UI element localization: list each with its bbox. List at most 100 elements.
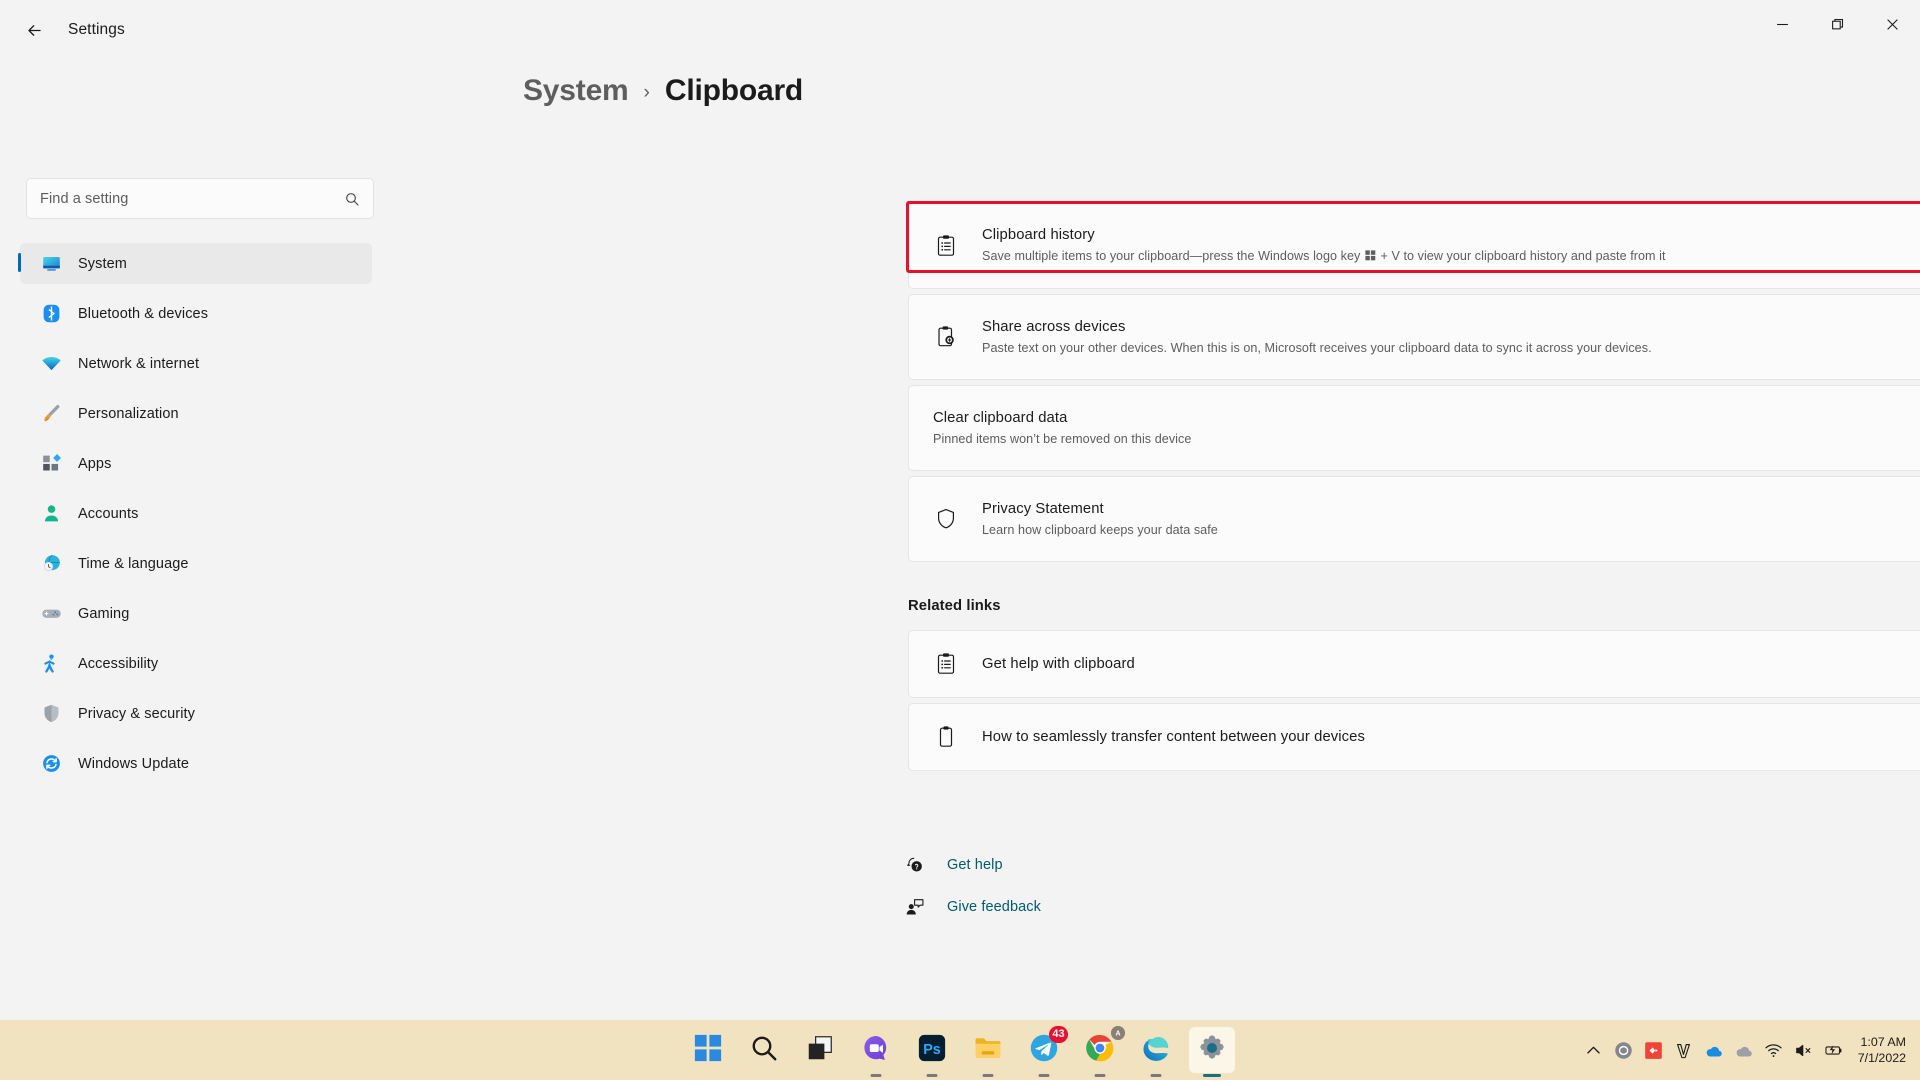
setting-text: Privacy Statement Learn how clipboard ke… [982, 500, 1920, 539]
speaker-muted-icon[interactable] [1789, 1035, 1819, 1065]
setting-row-clear-clipboard-data[interactable]: Clear clipboard data Pinned items won’t … [908, 385, 1920, 471]
clock-date: 7/1/2022 [1857, 1051, 1906, 1065]
chrome-profile-avatar[interactable]: A [1110, 1025, 1126, 1041]
clipboard-list-icon [933, 233, 959, 259]
telegram-badge-count: 43 [1049, 1026, 1068, 1043]
taskbar-clock[interactable]: 1:07 AM 7/1/2022 [1858, 1034, 1906, 1067]
wifi-icon[interactable] [1759, 1035, 1789, 1065]
help-bubble-icon [904, 854, 926, 876]
setting-text: Share across devices Paste text on your … [982, 318, 1920, 357]
battery-charging-icon[interactable] [1819, 1035, 1849, 1065]
sidebar-item-personalization[interactable]: Personalization [20, 393, 372, 434]
apps-grid-icon [40, 453, 62, 475]
sidebar-item-apps[interactable]: Apps [20, 443, 372, 484]
active-indicator [1203, 1074, 1221, 1077]
chevron-up-icon[interactable] [1579, 1035, 1609, 1065]
taskbar-search-button[interactable] [741, 1027, 787, 1073]
shield-icon [40, 703, 62, 725]
breadcrumb: System › Clipboard [523, 74, 803, 108]
setting-row-privacy-statement[interactable]: Privacy Statement Learn how clipboard ke… [908, 476, 1920, 562]
close-icon [1887, 18, 1898, 30]
setting-title: Clear clipboard data [933, 409, 1068, 426]
sidebar-item-label: Apps [78, 455, 112, 472]
setting-subtitle: Paste text on your other devices. When t… [982, 340, 1652, 355]
running-indicator [1038, 1074, 1050, 1077]
app-title: Settings [68, 21, 125, 38]
related-link-label: Get help with clipboard [982, 656, 1135, 672]
shield-outline-icon [933, 506, 959, 532]
setting-title: Share across devices [982, 318, 1126, 335]
sidebar-item-bluetooth-devices[interactable]: Bluetooth & devices [20, 293, 372, 334]
svg-text:Ps: Ps [923, 1041, 941, 1057]
setting-subtitle: Save multiple items to your clipboard—pr… [982, 248, 1920, 266]
maximize-button[interactable] [1810, 0, 1865, 48]
taskbar-app-list: Ps 43 A [685, 1020, 1235, 1080]
taskbar-settings-button[interactable] [1189, 1027, 1235, 1077]
give-feedback-link[interactable]: Give feedback [904, 890, 1041, 924]
search-input[interactable]: Find a setting [26, 178, 374, 219]
setting-subtitle-before: Save multiple items to your clipboard—pr… [982, 249, 1364, 263]
get-help-label: Get help [947, 857, 1003, 873]
restore-icon [1832, 18, 1844, 29]
taskbar-photoshop-button[interactable]: Ps [909, 1027, 955, 1077]
main-content: System › Clipboard 3 Clipboard hi [385, 60, 1920, 1020]
sidebar-item-label: Windows Update [78, 755, 190, 772]
svg-text:A: A [1115, 1031, 1120, 1038]
breadcrumb-parent[interactable]: System [523, 74, 629, 108]
clipboard-blank-icon [933, 724, 959, 750]
back-button[interactable] [14, 10, 54, 50]
related-links-list: Get help with clipboard How to seamlessl… [908, 630, 1920, 776]
sidebar-item-privacy-security[interactable]: Privacy & security [20, 693, 372, 734]
title-bar: Settings [0, 0, 1920, 60]
search-icon [749, 1033, 779, 1068]
file-explorer-icon [973, 1033, 1003, 1068]
sidebar-item-accessibility[interactable]: Accessibility [20, 643, 372, 684]
photoshop-icon: Ps [917, 1033, 947, 1068]
related-links-heading: Related links [908, 598, 1001, 614]
setting-row-clipboard-history[interactable]: Clipboard history Save multiple items to… [908, 203, 1920, 289]
task-view-icon [805, 1033, 835, 1068]
v-app-icon[interactable] [1669, 1035, 1699, 1065]
onedrive-gray-icon[interactable] [1729, 1035, 1759, 1065]
close-button[interactable] [1865, 0, 1920, 48]
get-help-link[interactable]: Get help [904, 848, 1041, 882]
running-indicator [926, 1074, 938, 1077]
minimize-button[interactable] [1755, 0, 1810, 48]
taskbar-edge-button[interactable] [1133, 1027, 1179, 1077]
page-title: Clipboard [664, 74, 804, 107]
sidebar-item-label: Accounts [78, 505, 139, 522]
sidebar-item-time-language[interactable]: Time & language [20, 543, 372, 584]
sidebar: Find a setting System Bluetooth & device… [0, 60, 385, 1020]
paintbrush-icon [40, 403, 62, 425]
related-link-get-help-with-clipboard[interactable]: Get help with clipboard [908, 630, 1920, 698]
taskbar-file-explorer-button[interactable] [965, 1027, 1011, 1077]
setting-row-share-across-devices[interactable]: Share across devices Paste text on your … [908, 294, 1920, 380]
search-icon [346, 192, 359, 206]
sidebar-item-label: Network & internet [78, 355, 200, 372]
minimize-icon [1777, 23, 1788, 25]
window-controls [1755, 0, 1920, 48]
related-link-transfer-content[interactable]: How to seamlessly transfer content betwe… [908, 703, 1920, 771]
back-arrow-icon [27, 24, 41, 36]
refresh-circle-icon [40, 753, 62, 775]
running-indicator [982, 1074, 994, 1077]
sidebar-item-system[interactable]: System [18, 243, 372, 284]
red-app-icon[interactable] [1639, 1035, 1669, 1065]
system-monitor-icon [40, 253, 62, 275]
person-icon [40, 503, 62, 525]
clipboard-sync-icon [933, 324, 959, 350]
sidebar-item-gaming[interactable]: Gaming [20, 593, 372, 634]
sidebar-item-label: Accessibility [78, 655, 159, 672]
taskbar-chat-button[interactable] [853, 1027, 899, 1077]
sidebar-item-accounts[interactable]: Accounts [20, 493, 372, 534]
taskbar-start-button[interactable] [685, 1027, 731, 1073]
edge-icon [1141, 1033, 1171, 1068]
taskbar-chrome-button[interactable]: A [1077, 1025, 1126, 1077]
creative-cloud-icon[interactable] [1609, 1035, 1639, 1065]
running-indicator [1094, 1074, 1106, 1077]
taskbar-task-view-button[interactable] [797, 1027, 843, 1073]
taskbar-telegram-button[interactable]: 43 [1021, 1026, 1068, 1077]
sidebar-item-network-internet[interactable]: Network & internet [20, 343, 372, 384]
onedrive-blue-icon[interactable] [1699, 1035, 1729, 1065]
sidebar-item-windows-update[interactable]: Windows Update [20, 743, 372, 784]
